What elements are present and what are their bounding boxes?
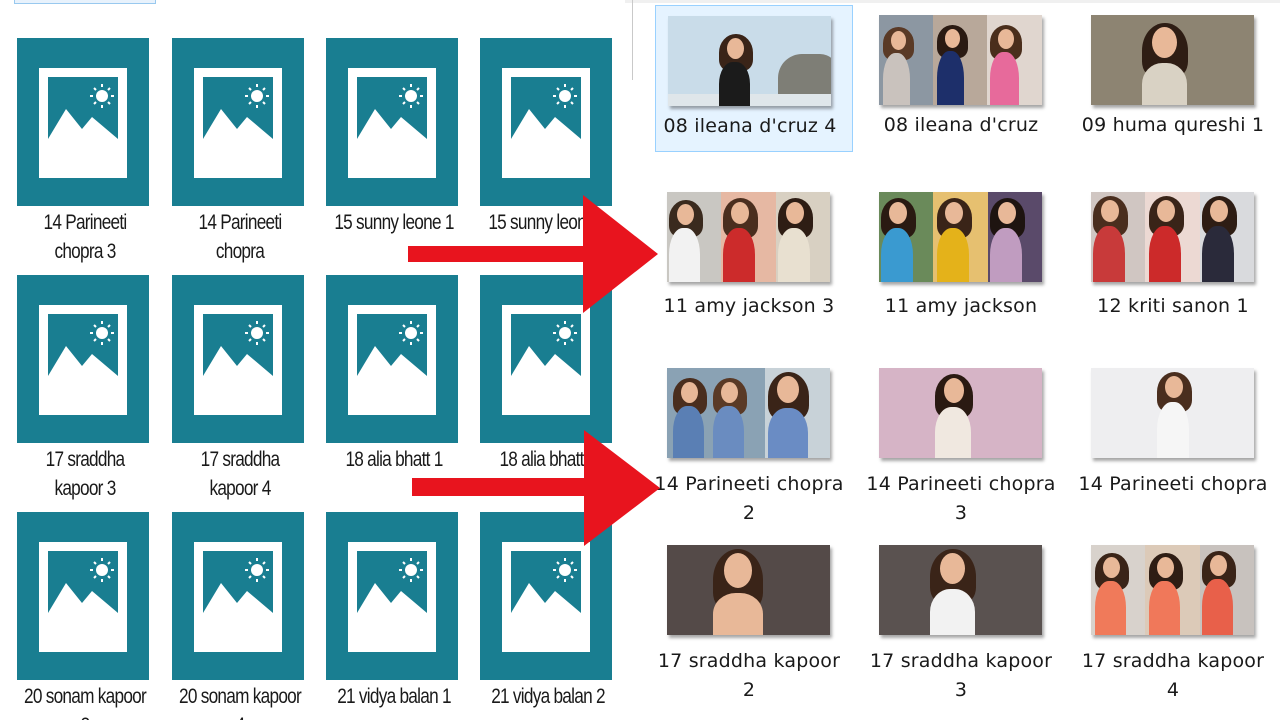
thumbnail-tile[interactable]: 11 amy jackson [867,182,1067,352]
file-name-label: 20 sonam kapoor 3 [23,685,147,720]
image-thumbnail [1091,15,1254,105]
image-thumbnail [879,15,1042,105]
image-file-icon [17,275,149,443]
file-name-label: 14 Parineeti chopra [1078,473,1268,495]
image-thumbnail [1091,192,1254,282]
file-name-label: 14 Parineeti chopra [198,211,282,263]
file-name-label: 21 vidya balan 2 [491,685,605,708]
file-name-label: 11 amy jackson 3 [663,295,835,317]
file-tile[interactable]: 20 sonam kapoor 3 [13,512,158,720]
thumbnail-tile[interactable]: 11 amy jackson 3 [655,182,855,352]
thumbnail-tile[interactable]: 14 Parineeti chopra 3 [866,358,1067,528]
file-name-label: 08 ileana d'cruz [883,114,1039,136]
image-thumbnail [667,545,830,635]
file-name-label: 17 sraddha kapoor 2 [657,650,841,701]
thumbnail-tile[interactable]: 08 ileana d'cruz [867,5,1067,175]
file-name-label: 20 sonam kapoor 4 [178,685,302,720]
image-file-icon [172,275,304,443]
file-name-label: 17 sraddha kapoor 3 [869,650,1053,701]
file-name-label: 14 Parineeti chopra 2 [654,473,844,524]
file-name-label: 12 kriti sanon 1 [1097,295,1249,317]
thumbnail-tile[interactable]: 09 huma qureshi 1 [1079,5,1279,175]
thumbnail-tile[interactable]: 17 sraddha kapoor 2 [655,535,855,705]
image-thumbnail [879,545,1042,635]
file-tile[interactable]: 17 sraddha kapoor 3 [13,275,158,500]
image-file-icon [17,38,149,206]
file-tile[interactable]: 20 sonam kapoor 4 [168,512,313,720]
image-thumbnail [1091,368,1254,458]
thumbnail-tile[interactable]: 12 kriti sanon 1 [1079,182,1279,352]
thumbnail-tile[interactable]: 14 Parineeti chopra [1078,358,1279,528]
file-name-label: 17 sraddha kapoor 4 [1081,650,1265,701]
panel-divider [632,0,633,80]
arrow-right-icon [408,195,658,313]
image-thumbnail [1091,545,1254,635]
thumbnail-tile[interactable]: 14 Parineeti chopra 2 [654,358,855,528]
image-thumbnail [668,16,831,106]
file-name-label: 08 ileana d'cruz 4 [663,115,837,137]
image-file-icon [17,512,149,680]
file-name-label: 11 amy jackson [884,295,1038,317]
top-selection-tab[interactable] [14,0,156,4]
image-file-icon [480,38,612,206]
file-name-label: 09 huma qureshi 1 [1081,114,1265,136]
image-thumbnail [667,192,830,282]
file-name-label: 17 sraddha kapoor 4 [200,448,281,500]
image-thumbnail [879,192,1042,282]
image-file-icon [172,38,304,206]
file-tile[interactable]: 14 Parineeti chopra [168,38,313,263]
thumbnail-tile[interactable]: 08 ileana d'cruz 4 [655,5,853,152]
image-file-icon [172,512,304,680]
file-name-label: 14 Parineeti chopra 3 [43,211,127,263]
file-name-label: 17 sraddha kapoor 3 [45,448,126,500]
file-name-label: 21 vidya balan 1 [337,685,451,708]
thumbnail-tile[interactable]: 17 sraddha kapoor 3 [867,535,1067,705]
image-thumbnail [667,368,830,458]
image-thumbnail [879,368,1042,458]
thumbnail-tile[interactable]: 17 sraddha kapoor 4 [1079,535,1279,705]
file-tile[interactable]: 17 sraddha kapoor 4 [168,275,313,500]
image-file-icon [326,38,458,206]
file-name-label: 14 Parineeti chopra 3 [866,473,1056,524]
arrow-right-icon [412,430,660,546]
panel-top-edge [625,0,1280,3]
file-tile[interactable]: 14 Parineeti chopra 3 [13,38,158,263]
